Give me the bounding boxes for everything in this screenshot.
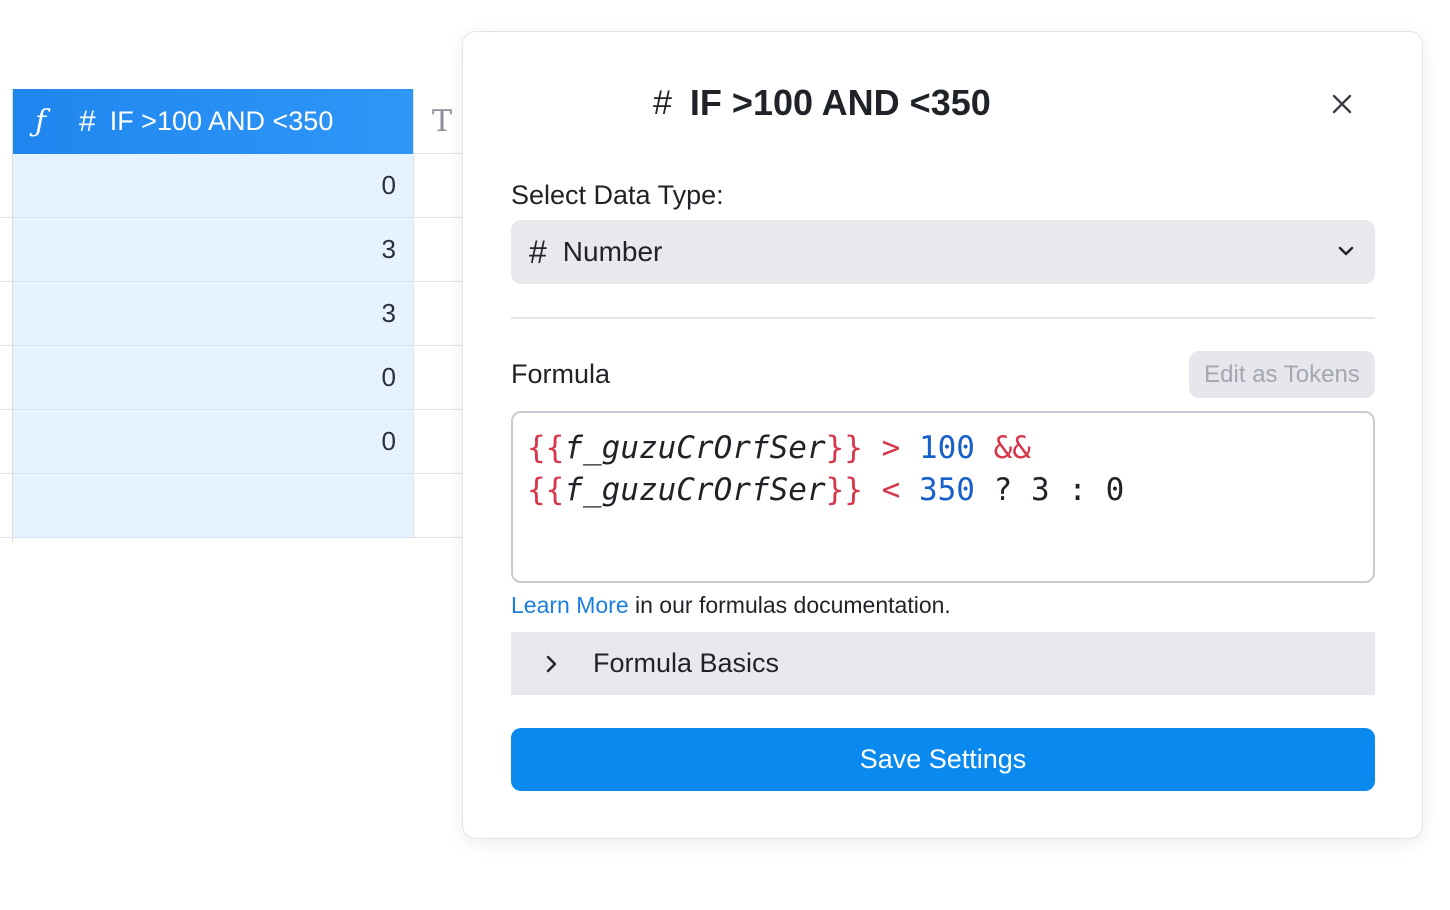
row-divider [0,409,13,410]
table-cell-next[interactable] [413,474,462,537]
function-f-icon: ƒ [35,104,47,139]
data-type-selected: Number [562,236,663,267]
spreadsheet-grid: ƒ # IF >100 AND <350 T 0 3 3 0 0 [0,89,462,542]
row-divider [0,345,13,346]
token-brace: {{ [527,430,565,466]
table-row [13,474,462,538]
formula-line-2: {{f_guzuCrOrfSer}} < 350 ? 3 : 0 [527,469,1359,511]
formula-basics-accordion[interactable]: Formula Basics [511,632,1375,695]
table-cell[interactable]: 3 [13,282,413,345]
row-divider [0,281,13,282]
token-number: 100 [918,430,975,466]
table-cell[interactable]: 3 [13,218,413,281]
token-operator: && [974,430,1031,466]
field-settings-panel: # IF >100 AND <350 Select Data Type: # N… [462,31,1423,839]
close-icon [1332,94,1352,114]
column-header-formula[interactable]: ƒ # IF >100 AND <350 [13,89,413,154]
token-ternary: ? 3 : 0 [974,472,1125,508]
table-cell[interactable] [13,474,413,537]
formula-basics-label: Formula Basics [593,648,780,678]
token-brace: }} [825,430,863,466]
table-cell[interactable]: 0 [13,346,413,409]
token-operator: < [862,472,919,508]
token-number: 350 [918,472,975,508]
table-cell-next[interactable] [413,282,462,345]
token-brace: {{ [527,472,565,508]
data-type-label: Select Data Type: [511,180,724,210]
table-cell-next[interactable] [413,218,462,281]
panel-title-text: IF >100 AND <350 [689,82,991,123]
table-row: 0 [13,410,462,474]
close-button[interactable] [1325,87,1359,121]
hash-icon: # [653,83,672,122]
chevron-right-icon [546,655,557,672]
table-row: 3 [13,218,462,282]
formula-help-text: Learn More in our formulas documentation… [511,592,951,619]
grid-rows: 0 3 3 0 0 [13,154,462,538]
table-row: 0 [13,346,462,410]
token-field-ref: f_guzuCrOrfSer [564,430,826,466]
table-cell-next[interactable] [413,346,462,409]
hash-icon: # [79,104,96,138]
table-cell[interactable]: 0 [13,410,413,473]
row-divider [0,217,13,218]
hash-icon: # [529,233,547,270]
token-operator: > [862,430,919,466]
row-divider [0,473,13,474]
learn-more-link[interactable]: Learn More [511,592,629,618]
section-divider [511,317,1375,319]
panel-title: # IF >100 AND <350 [653,82,991,124]
help-text-suffix: in our formulas documentation. [628,592,951,618]
table-row: 0 [13,154,462,218]
table-row: 3 [13,282,462,346]
chevron-down-icon [1338,246,1354,256]
formula-line-1: {{f_guzuCrOrfSer}} > 100 && [527,427,1359,469]
row-divider [0,537,13,538]
table-cell-next[interactable] [413,410,462,473]
column-header-title: IF >100 AND <350 [109,106,334,136]
table-cell-next[interactable] [413,154,462,217]
text-type-icon: T [432,103,453,139]
formula-editor[interactable]: {{f_guzuCrOrfSer}} > 100 && {{f_guzuCrOr… [511,411,1375,583]
table-cell[interactable]: 0 [13,154,413,217]
formula-label: Formula [511,359,611,389]
data-type-select[interactable]: # Number [511,220,1375,284]
save-settings-button[interactable]: Save Settings [511,728,1375,791]
edit-as-tokens-button[interactable]: Edit as Tokens [1189,351,1375,398]
token-brace: }} [825,472,863,508]
token-field-ref: f_guzuCrOrfSer [564,472,826,508]
column-header-next[interactable]: T [413,89,462,154]
